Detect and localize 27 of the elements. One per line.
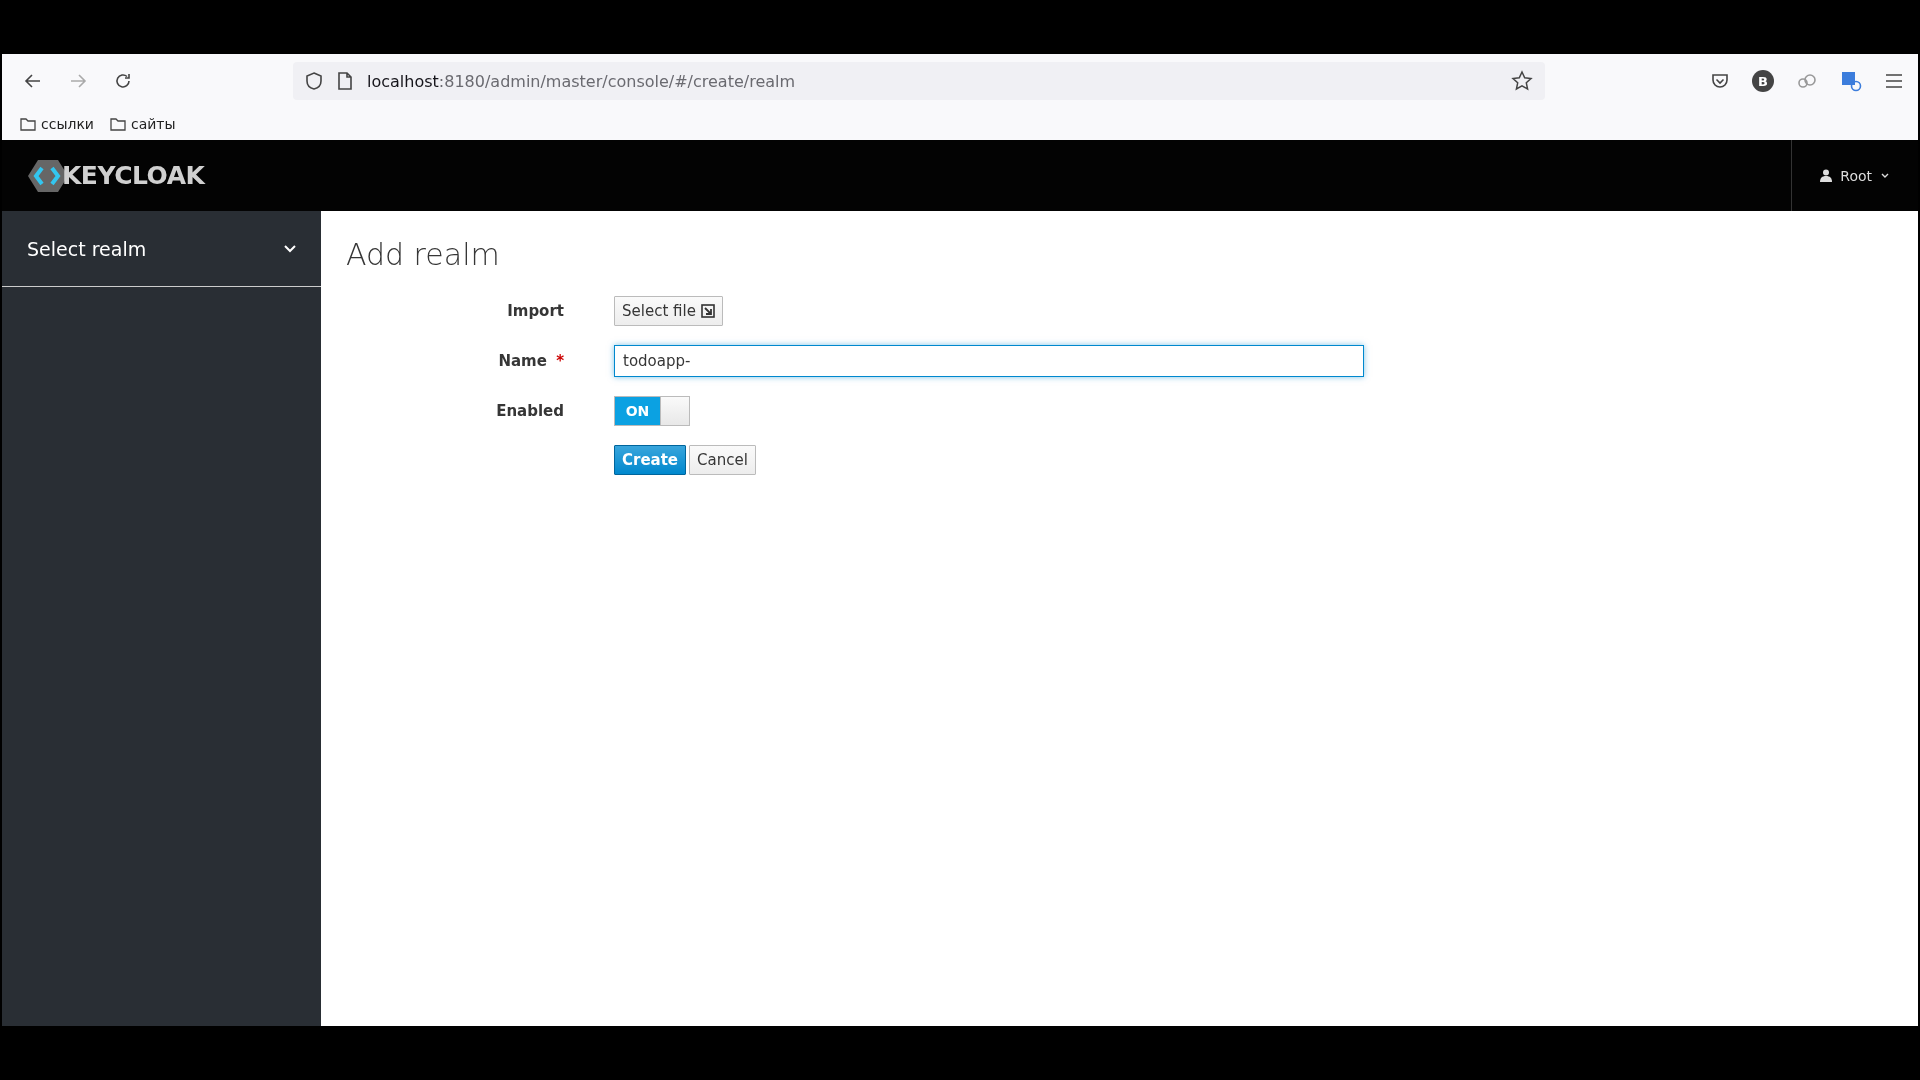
address-bar[interactable]: localhost:8180/admin/master/console/#/create/realm bbox=[293, 62, 1545, 100]
star-icon[interactable] bbox=[1511, 70, 1533, 92]
select-file-button[interactable]: Select file bbox=[614, 296, 723, 326]
keycloak-logo: KEYCLOAK bbox=[28, 157, 205, 194]
reload-icon[interactable] bbox=[113, 71, 133, 91]
chevron-down-icon bbox=[283, 243, 297, 254]
url-host: localhost bbox=[367, 71, 439, 91]
chevron-down-icon bbox=[1880, 171, 1890, 180]
field-label: Import bbox=[507, 302, 564, 320]
shield-icon bbox=[305, 71, 323, 91]
page-title: Add realm bbox=[346, 237, 501, 272]
user-icon bbox=[1820, 169, 1833, 182]
cancel-button[interactable]: Cancel bbox=[689, 445, 756, 475]
folder-icon bbox=[109, 117, 126, 131]
field-label: Enabled bbox=[496, 402, 564, 420]
pocket-icon[interactable] bbox=[1710, 71, 1730, 91]
required-mark: * bbox=[556, 352, 564, 370]
field-label: Name bbox=[498, 352, 547, 370]
import-icon bbox=[700, 304, 715, 318]
url-path: :8180/admin/master/console/#/create/realm bbox=[438, 71, 796, 91]
bookmark-folder[interactable]: сайты bbox=[109, 116, 176, 132]
profile-badge[interactable]: B bbox=[1752, 70, 1774, 92]
folder-icon bbox=[20, 117, 36, 131]
page-icon bbox=[337, 71, 353, 91]
bookmark-folder[interactable]: ссылки bbox=[20, 116, 94, 132]
name-input[interactable]: todoapp- bbox=[614, 345, 1364, 377]
menu-icon[interactable] bbox=[1884, 73, 1904, 89]
